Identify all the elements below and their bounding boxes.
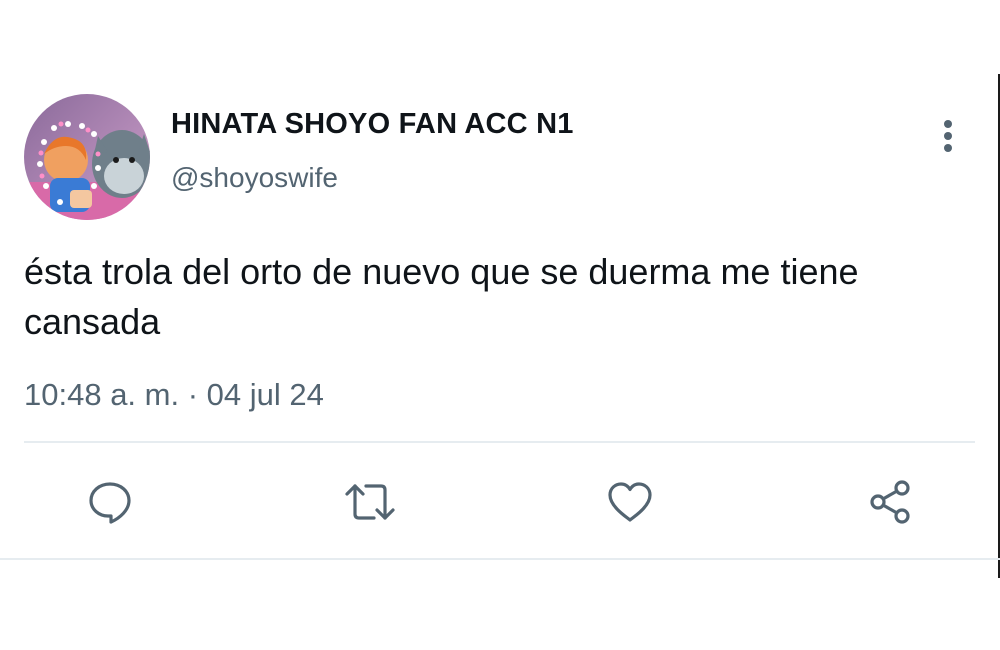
profile-avatar-image [24, 94, 150, 220]
retweet-button[interactable] [338, 470, 402, 534]
vertical-ellipsis-icon [944, 120, 952, 152]
more-options-button[interactable] [930, 114, 966, 158]
tweet-text: ésta trola del orto de nuevo que se duer… [24, 251, 859, 342]
reply-icon [89, 482, 131, 524]
reply-button[interactable] [78, 470, 142, 534]
author-handle[interactable]: @shoyoswife [171, 162, 338, 194]
share-icon [870, 480, 910, 524]
share-button[interactable] [858, 470, 922, 534]
retweet-icon [345, 484, 395, 520]
bottom-divider [0, 558, 1000, 560]
avatar[interactable] [24, 94, 150, 220]
divider [24, 441, 975, 443]
tweet-timestamp[interactable]: 10:48 a. m. · 04 jul 24 [24, 377, 324, 413]
tweet-action-bar [0, 470, 1000, 534]
like-button[interactable] [598, 470, 662, 534]
heart-icon [608, 482, 652, 522]
author-display-name[interactable]: HINATA SHOYO FAN ACC N1 [171, 108, 574, 141]
